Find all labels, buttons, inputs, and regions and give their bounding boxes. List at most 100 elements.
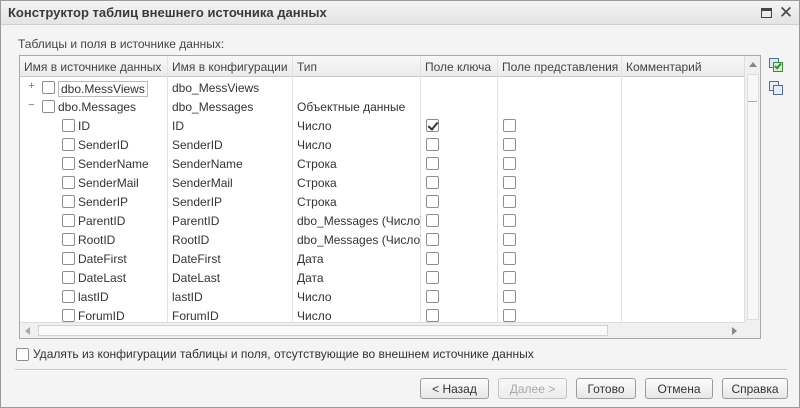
cell-type[interactable]: Число bbox=[293, 116, 421, 135]
row-include-checkbox[interactable] bbox=[62, 290, 75, 303]
presentation-field-checkbox[interactable] bbox=[503, 214, 516, 227]
cell-config-name[interactable]: dbo_MessViews bbox=[168, 78, 293, 97]
table-row[interactable]: SenderName SenderName Строка bbox=[20, 154, 744, 173]
table-row[interactable]: ForumID ForumID Число bbox=[20, 306, 744, 322]
collapse-icon[interactable]: − bbox=[26, 100, 37, 111]
scroll-left-icon[interactable] bbox=[25, 327, 30, 335]
column-header-config-name[interactable]: Имя в конфигурации bbox=[168, 56, 293, 77]
cell-comment[interactable] bbox=[622, 116, 744, 135]
cell-config-name[interactable]: ID bbox=[168, 116, 293, 135]
row-include-checkbox[interactable] bbox=[62, 271, 75, 284]
cell-type[interactable]: dbo_Messages (Число) bbox=[293, 230, 421, 249]
horizontal-scrollbar[interactable] bbox=[20, 322, 760, 338]
cell-comment[interactable] bbox=[622, 230, 744, 249]
cell-comment[interactable] bbox=[622, 268, 744, 287]
delete-missing-option[interactable]: Удалять из конфигурации таблицы и поля, … bbox=[16, 347, 534, 361]
cell-type[interactable]: dbo_Messages (Число) bbox=[293, 211, 421, 230]
table-row[interactable]: SenderID SenderID Число bbox=[20, 135, 744, 154]
cell-comment[interactable] bbox=[622, 78, 744, 97]
presentation-field-checkbox[interactable] bbox=[503, 271, 516, 284]
row-include-checkbox[interactable] bbox=[42, 100, 55, 113]
table-row[interactable]: DateFirst DateFirst Дата bbox=[20, 249, 744, 268]
expand-icon[interactable]: + bbox=[26, 81, 37, 92]
cell-config-name[interactable]: SenderID bbox=[168, 135, 293, 154]
cell-type[interactable]: Число bbox=[293, 287, 421, 306]
cell-comment[interactable] bbox=[622, 173, 744, 192]
cell-type[interactable]: Строка bbox=[293, 173, 421, 192]
row-include-checkbox[interactable] bbox=[62, 138, 75, 151]
cell-type[interactable]: Объектные данные bbox=[293, 97, 421, 116]
cell-config-name[interactable]: dbo_Messages bbox=[168, 97, 293, 116]
cell-config-name[interactable]: RootID bbox=[168, 230, 293, 249]
row-include-checkbox[interactable] bbox=[62, 252, 75, 265]
cell-config-name[interactable]: ForumID bbox=[168, 306, 293, 322]
cell-comment[interactable] bbox=[622, 154, 744, 173]
key-field-checkbox[interactable] bbox=[426, 214, 439, 227]
table-row[interactable]: DateLast DateLast Дата bbox=[20, 268, 744, 287]
key-field-checkbox[interactable] bbox=[426, 176, 439, 189]
done-button[interactable]: Готово bbox=[576, 378, 636, 399]
table-row[interactable]: + dbo.MessViews dbo_MessViews bbox=[20, 78, 744, 97]
cell-comment[interactable] bbox=[622, 287, 744, 306]
presentation-field-checkbox[interactable] bbox=[503, 290, 516, 303]
cell-config-name[interactable]: SenderIP bbox=[168, 192, 293, 211]
cell-type[interactable]: Строка bbox=[293, 154, 421, 173]
delete-missing-checkbox[interactable] bbox=[16, 347, 29, 361]
cell-comment[interactable] bbox=[622, 249, 744, 268]
row-include-checkbox[interactable] bbox=[42, 81, 55, 94]
table-row[interactable]: RootID RootID dbo_Messages (Число) bbox=[20, 230, 744, 249]
column-header-type[interactable]: Тип bbox=[293, 56, 421, 77]
key-field-checkbox[interactable] bbox=[426, 309, 439, 322]
close-button[interactable]: ✕ bbox=[777, 3, 795, 22]
cell-config-name[interactable]: SenderName bbox=[168, 154, 293, 173]
table-row[interactable]: ParentID ParentID dbo_Messages (Число) bbox=[20, 211, 744, 230]
row-include-checkbox[interactable] bbox=[62, 309, 75, 322]
row-include-checkbox[interactable] bbox=[62, 157, 75, 170]
column-header-presentation-field[interactable]: Поле представления bbox=[498, 56, 622, 77]
presentation-field-checkbox[interactable] bbox=[503, 119, 516, 132]
cell-type[interactable]: Число bbox=[293, 135, 421, 154]
table-row[interactable]: lastID lastID Число bbox=[20, 287, 744, 306]
cell-type[interactable]: Дата bbox=[293, 249, 421, 268]
uncheck-all-button[interactable] bbox=[769, 81, 785, 97]
cell-source-name[interactable]: + dbo.MessViews bbox=[20, 78, 168, 97]
back-button[interactable]: < Назад bbox=[420, 378, 489, 399]
column-header-source-name[interactable]: Имя в источнике данных bbox=[20, 56, 168, 77]
vertical-scroll-thumb[interactable] bbox=[747, 74, 759, 320]
cell-source-name[interactable]: lastID bbox=[20, 287, 168, 306]
cell-type[interactable]: Число bbox=[293, 306, 421, 322]
presentation-field-checkbox[interactable] bbox=[503, 176, 516, 189]
scroll-up-icon[interactable] bbox=[749, 62, 757, 67]
cell-source-name[interactable]: DateFirst bbox=[20, 249, 168, 268]
check-all-button[interactable] bbox=[769, 58, 785, 74]
cell-source-name[interactable]: SenderIP bbox=[20, 192, 168, 211]
cell-comment[interactable] bbox=[622, 211, 744, 230]
cell-source-name[interactable]: DateLast bbox=[20, 268, 168, 287]
cell-source-name[interactable]: − dbo.Messages bbox=[20, 97, 168, 116]
presentation-field-checkbox[interactable] bbox=[503, 195, 516, 208]
next-button[interactable]: Далее > bbox=[498, 378, 567, 399]
cell-type[interactable]: Строка bbox=[293, 192, 421, 211]
horizontal-scroll-thumb[interactable] bbox=[38, 325, 608, 336]
key-field-checkbox[interactable] bbox=[426, 271, 439, 284]
help-button[interactable]: Справка bbox=[722, 378, 788, 399]
key-field-checkbox[interactable] bbox=[426, 252, 439, 265]
key-field-checkbox[interactable] bbox=[426, 195, 439, 208]
table-row[interactable]: SenderMail SenderMail Строка bbox=[20, 173, 744, 192]
scroll-right-icon[interactable] bbox=[732, 327, 737, 335]
vertical-scrollbar[interactable] bbox=[744, 56, 760, 322]
key-field-checkbox[interactable] bbox=[426, 157, 439, 170]
cell-source-name[interactable]: RootID bbox=[20, 230, 168, 249]
row-include-checkbox[interactable] bbox=[62, 176, 75, 189]
presentation-field-checkbox[interactable] bbox=[503, 138, 516, 151]
cell-comment[interactable] bbox=[622, 97, 744, 116]
key-field-checkbox[interactable] bbox=[426, 290, 439, 303]
presentation-field-checkbox[interactable] bbox=[503, 252, 516, 265]
cell-config-name[interactable]: DateLast bbox=[168, 268, 293, 287]
cell-source-name[interactable]: SenderID bbox=[20, 135, 168, 154]
key-field-checkbox[interactable] bbox=[426, 233, 439, 246]
table-row[interactable]: SenderIP SenderIP Строка bbox=[20, 192, 744, 211]
presentation-field-checkbox[interactable] bbox=[503, 309, 516, 322]
maximize-button[interactable] bbox=[757, 4, 775, 22]
row-include-checkbox[interactable] bbox=[62, 233, 75, 246]
